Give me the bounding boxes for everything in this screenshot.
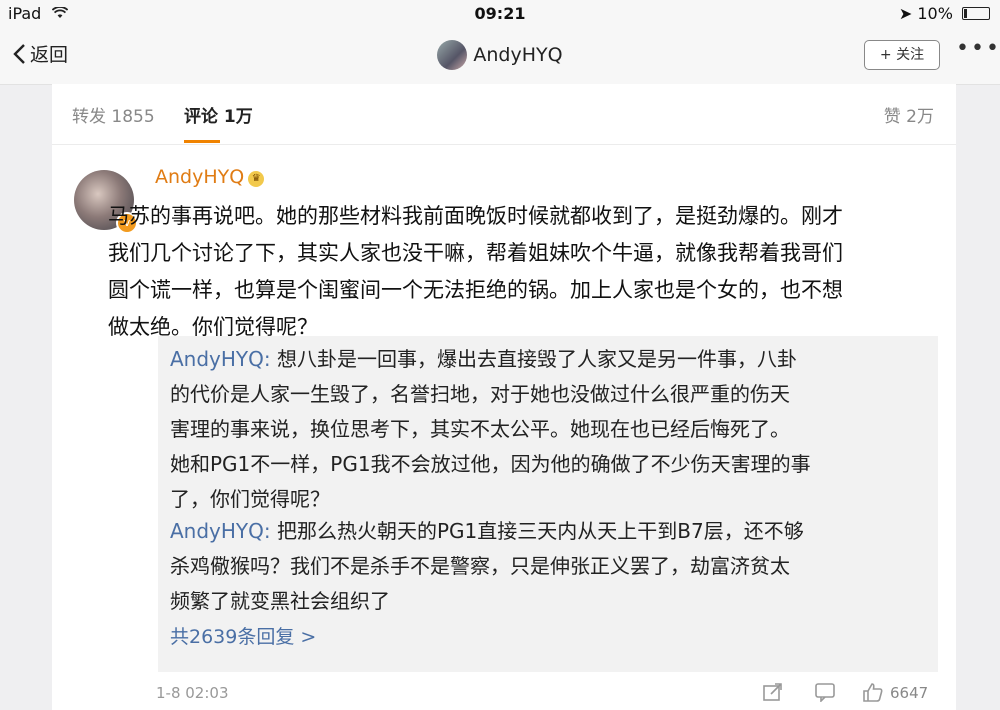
list-item[interactable]: AndyHYQ: 想八卦是一回事，爆出去直接毁了人家又是另一件事，八卦 的代价是…: [170, 342, 930, 517]
tab-reposts[interactable]: 转发 1855: [72, 102, 155, 127]
reply-author[interactable]: AndyHYQ:: [170, 347, 271, 371]
vip-badge-icon: ♛: [248, 171, 265, 187]
comment-text: 马苏的事再说吧。她的那些材料我前面晚饭时候就都收到了，是挺劲爆的。刚才 我们几个…: [108, 204, 843, 339]
more-options-button[interactable]: •••: [956, 36, 1000, 61]
avatar: [437, 40, 468, 70]
comment-icon[interactable]: [814, 682, 836, 702]
follow-button[interactable]: + 关注: [864, 40, 940, 70]
status-bar: iPad 09:21 ➤ 10%: [0, 0, 1000, 28]
comment-footer: 1-8 02:03 6647: [52, 678, 956, 710]
list-item[interactable]: AndyHYQ: 把那么热火朝天的PG1直接三天内从天上干到B7层，还不够 杀鸡…: [170, 514, 930, 619]
thumbs-up-icon[interactable]: [862, 682, 884, 702]
battery-icon: [962, 7, 990, 20]
like-count: 6647: [890, 684, 929, 702]
tab-likes[interactable]: 赞 2万: [884, 102, 934, 127]
tab-comments[interactable]: 评论 1万: [184, 102, 253, 127]
location-icon: ➤: [898, 4, 913, 23]
page-title: AndyHYQ: [0, 40, 1000, 70]
nav-bar: 返回 AndyHYQ + 关注 •••: [0, 28, 1000, 85]
battery-percent: 10%: [917, 4, 953, 23]
tab-bar: 转发 1855 评论 1万 赞 2万: [52, 84, 956, 145]
reply-list: AndyHYQ: 想八卦是一回事，爆出去直接毁了人家又是另一件事，八卦 的代价是…: [158, 336, 938, 672]
comment-author[interactable]: AndyHYQ ♛: [155, 166, 265, 188]
clock: 09:21: [474, 4, 526, 23]
comment-card: 转发 1855 评论 1万 赞 2万 v AndyHYQ ♛ 马苏的事再说吧。她的…: [52, 84, 956, 710]
reply-author[interactable]: AndyHYQ:: [170, 519, 271, 543]
view-more-replies-link[interactable]: 共2639条回复 >: [170, 622, 316, 649]
share-icon[interactable]: [762, 682, 784, 702]
timestamp: 1-8 02:03: [156, 684, 229, 702]
active-tab-indicator: [184, 140, 220, 143]
